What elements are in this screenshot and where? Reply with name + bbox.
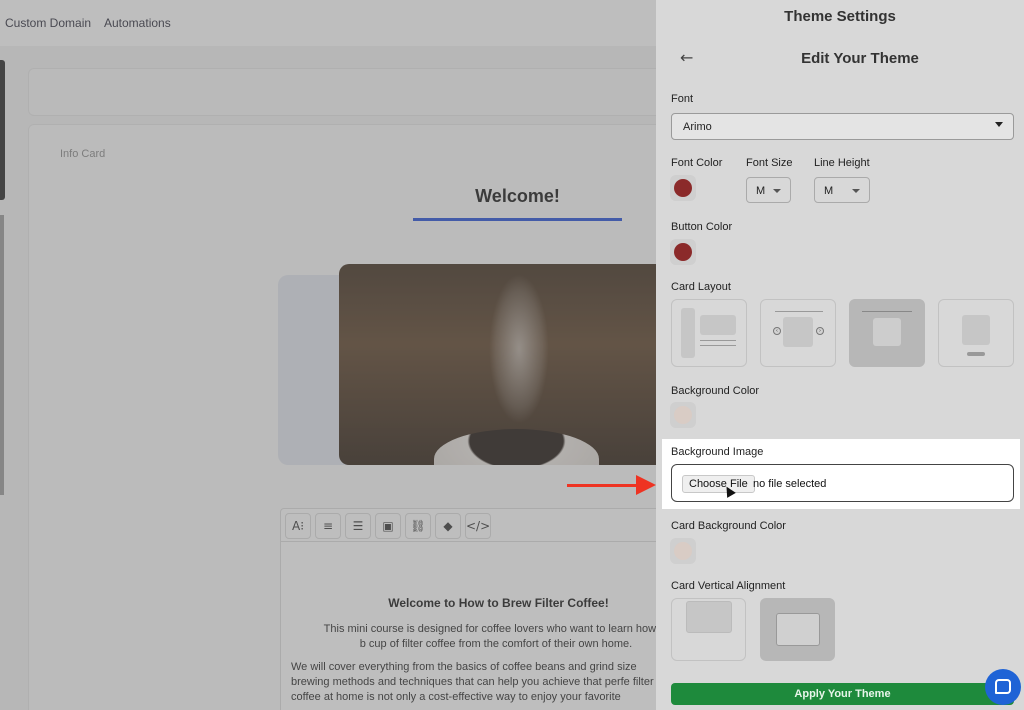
layout-pager-shape [967, 352, 985, 356]
line-height-label: Line Height [814, 157, 870, 169]
button-color-swatch[interactable] [670, 239, 696, 265]
font-select-value: Arimo [683, 121, 712, 133]
font-size-label: Font Size [746, 157, 793, 169]
layout-top-line [862, 311, 912, 312]
caret-down-icon [995, 122, 1003, 127]
card-layout-option-2[interactable]: ‹ › [760, 299, 836, 367]
font-select[interactable]: Arimo [671, 113, 1014, 140]
font-color-label: Font Color [671, 157, 723, 169]
font-color-swatch[interactable] [670, 175, 696, 201]
line-height-select[interactable]: M [814, 177, 870, 203]
background-color-swatch[interactable] [670, 402, 696, 428]
alignment-top-shape [686, 601, 732, 633]
apply-theme-button[interactable]: Apply Your Theme [671, 683, 1014, 705]
button-color-label: Button Color [671, 221, 733, 233]
layout-image-shape [700, 315, 736, 335]
card-background-color-dot [674, 542, 692, 560]
drawer-title: Theme Settings [784, 8, 896, 25]
font-label: Font [671, 93, 694, 105]
annotation-arrow-head [636, 475, 656, 495]
layout-sidebar-shape [681, 308, 695, 358]
layout-text-line [700, 345, 736, 346]
annotation-arrow-line [567, 484, 641, 487]
chevron-right-icon: › [816, 327, 824, 335]
background-image-label: Background Image [671, 446, 764, 458]
chat-bubble-icon [995, 679, 1011, 694]
card-background-color-label: Card Background Color [671, 520, 786, 532]
back-arrow-icon[interactable]: ← [680, 48, 693, 67]
card-layout-option-1[interactable] [671, 299, 747, 367]
chevron-left-icon: ‹ [773, 327, 781, 335]
card-layout-option-4[interactable] [938, 299, 1014, 367]
card-layout-option-3[interactable] [849, 299, 925, 367]
line-height-value: M [824, 185, 834, 197]
card-background-color-swatch[interactable] [670, 538, 696, 564]
caret-down-icon [852, 189, 860, 193]
caret-down-icon [773, 189, 781, 193]
background-image-file-input[interactable]: Choose File no file selected [671, 464, 1014, 502]
layout-card-shape [962, 315, 990, 345]
background-image-section: Background Image Choose File no file sel… [662, 439, 1020, 509]
alignment-center-shape [776, 613, 820, 646]
layout-text-line [700, 340, 736, 341]
background-color-dot [674, 406, 692, 424]
layout-card-shape [783, 317, 813, 347]
file-status-text: no file selected [753, 478, 827, 490]
font-size-select[interactable]: M [746, 177, 791, 203]
font-color-dot [674, 179, 692, 197]
button-color-dot [674, 243, 692, 261]
layout-card-shape [873, 318, 901, 346]
vertical-alignment-option-top[interactable] [671, 598, 746, 661]
drawer-subtitle: Edit Your Theme [801, 50, 919, 67]
card-layout-label: Card Layout [671, 281, 731, 293]
vertical-alignment-option-center[interactable] [760, 598, 835, 661]
background-color-label: Background Color [671, 385, 760, 397]
card-vertical-alignment-label: Card Vertical Alignment [671, 580, 786, 592]
theme-settings-drawer: Theme Settings ← Edit Your Theme Font Ar… [656, 0, 1024, 710]
layout-top-line [775, 311, 823, 312]
font-size-value: M [756, 185, 766, 197]
chat-support-button[interactable] [985, 669, 1021, 705]
choose-file-button[interactable]: Choose File [682, 475, 755, 493]
